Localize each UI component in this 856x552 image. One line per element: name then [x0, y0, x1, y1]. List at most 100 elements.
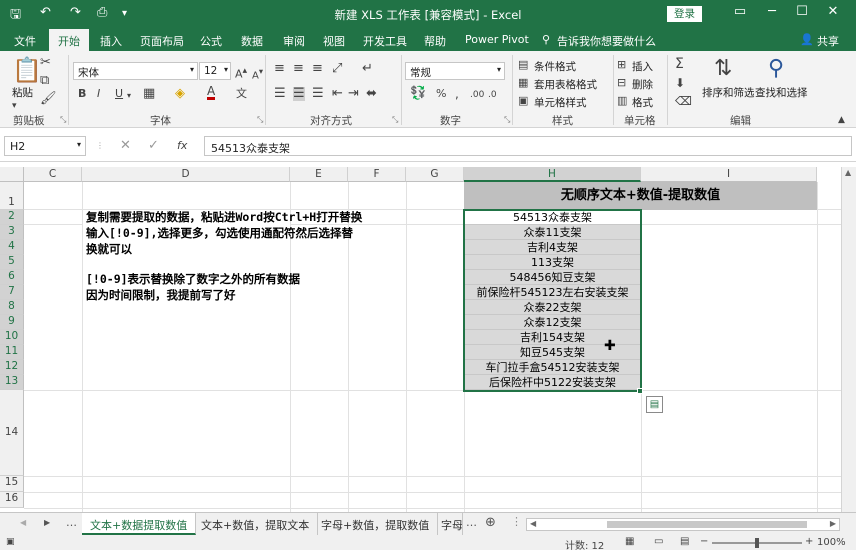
column-header[interactable]: G — [406, 167, 464, 182]
find-select-button[interactable]: 查找和选择 — [755, 85, 808, 100]
row-header[interactable]: 4 — [0, 240, 24, 255]
row-header[interactable]: 8 — [0, 300, 24, 315]
column-header[interactable]: H — [464, 167, 641, 182]
format-painter-icon[interactable]: 🖌 — [40, 92, 57, 106]
more-sheets-left-icon[interactable]: … — [66, 516, 77, 529]
copy-icon[interactable]: ⧉ — [40, 74, 49, 88]
number-launcher-icon[interactable]: ⤡ — [504, 115, 510, 125]
cut-icon[interactable]: ✂ — [40, 56, 51, 70]
paste-icon[interactable]: 📋 — [12, 57, 42, 83]
close-icon[interactable]: ✕ — [823, 4, 843, 19]
cancel-icon[interactable]: ✕ — [120, 139, 131, 153]
tab-insert[interactable]: 插入 — [100, 33, 122, 49]
align-bottom-icon[interactable]: ≡ — [312, 62, 323, 76]
row-header[interactable]: 9 — [0, 315, 24, 330]
column-header[interactable]: E — [290, 167, 348, 182]
increase-decimal-icon[interactable]: .00 — [470, 88, 484, 102]
collapse-ribbon-icon[interactable]: ▲ — [838, 113, 845, 127]
row-header[interactable]: 3 — [0, 225, 24, 240]
tab-power-pivot[interactable]: Power Pivot — [465, 33, 529, 46]
align-top-icon[interactable]: ≡ — [274, 62, 285, 76]
sort-filter-icon[interactable]: ⇅ — [714, 57, 732, 81]
alignment-launcher-icon[interactable]: ⤡ — [392, 115, 398, 125]
decrease-indent-icon[interactable]: ⇤ — [332, 87, 343, 101]
row-header[interactable]: 13 — [0, 375, 24, 390]
autosum-icon[interactable]: Σ — [675, 57, 684, 71]
name-box[interactable]: H2 ▾ — [4, 136, 86, 156]
sheet-tab[interactable]: 文本+数值，提取文本 — [193, 513, 319, 535]
more-sheets-right-icon[interactable]: … — [466, 516, 477, 529]
formula-input[interactable]: 54513众泰支架 — [204, 136, 852, 156]
cell-h[interactable]: 车门拉手盒54512安装支架 — [464, 360, 641, 375]
add-sheet-icon[interactable]: ⊕ — [485, 515, 496, 530]
worksheet-grid[interactable]: C D E F G H I ▲ 1 2 3 4 5 6 7 8 9 10 11 … — [0, 162, 856, 512]
insert-function-icon[interactable]: fx — [177, 139, 187, 153]
tell-me-input[interactable]: 告诉我你想要做什么 — [557, 33, 656, 49]
format-as-table-button[interactable]: 套用表格格式 — [534, 77, 597, 92]
normal-view-icon[interactable]: ▦ — [625, 536, 634, 547]
horizontal-scrollbar[interactable]: ◀ ▶ — [526, 518, 840, 531]
header-cell-h1[interactable]: 无顺序文本+数值-提取数值 — [464, 182, 817, 210]
align-left-icon[interactable]: ☰ — [274, 87, 286, 101]
comma-icon[interactable]: , — [455, 87, 459, 101]
bold-icon[interactable]: B — [78, 87, 86, 101]
cell-h[interactable]: 众泰12支架 — [464, 315, 641, 330]
fill-color-icon[interactable]: ◈ — [175, 87, 185, 101]
align-middle-icon[interactable]: ≡ — [293, 62, 304, 76]
tab-page-layout[interactable]: 页面布局 — [140, 33, 184, 49]
font-color-icon[interactable]: A — [207, 85, 216, 100]
select-all-corner[interactable] — [0, 167, 24, 182]
zoom-slider-thumb[interactable] — [755, 538, 759, 548]
cell-h[interactable]: 113支架 — [464, 255, 641, 270]
cell-styles-button[interactable]: 单元格样式 — [534, 95, 587, 110]
tab-developer[interactable]: 开发工具 — [363, 33, 407, 49]
cell-h[interactable]: 54513众泰支架 — [464, 210, 641, 225]
font-name-select[interactable]: 宋体 ▾ — [73, 62, 198, 80]
column-header[interactable]: D — [82, 167, 290, 182]
orientation-icon[interactable]: ⤢ — [332, 62, 342, 76]
cell-h[interactable]: 吉利4支架 — [464, 240, 641, 255]
zoom-out-icon[interactable]: − — [700, 536, 708, 547]
row-header[interactable]: 7 — [0, 285, 24, 300]
cell-h[interactable]: 众泰11支架 — [464, 225, 641, 240]
scroll-right-icon[interactable]: ▶ — [830, 519, 836, 528]
insert-button[interactable]: 插入 — [632, 59, 653, 74]
align-right-icon[interactable]: ☰ — [312, 87, 324, 101]
borders-icon[interactable]: ▦ — [143, 87, 155, 101]
cell-h[interactable]: 前保险杆545123左右安装支架 — [464, 285, 641, 300]
conditional-format-button[interactable]: 条件格式 — [534, 59, 576, 74]
row-header[interactable]: 14 — [0, 390, 24, 476]
accounting-icon[interactable]: 💱 — [410, 87, 426, 101]
font-launcher-icon[interactable]: ⤡ — [257, 115, 263, 125]
column-header[interactable]: F — [348, 167, 406, 182]
clipboard-launcher-icon[interactable]: ⤡ — [60, 115, 66, 125]
zoom-level[interactable]: 100% — [817, 537, 846, 548]
font-size-select[interactable]: 12 ▾ — [199, 62, 231, 80]
page-layout-view-icon[interactable]: ▭ — [654, 536, 663, 547]
phonetic-icon[interactable]: 文 — [236, 87, 247, 101]
number-format-select[interactable]: 常规 ▾ — [405, 62, 505, 80]
percent-icon[interactable]: % — [436, 87, 446, 101]
row-header[interactable]: 2 — [0, 210, 24, 225]
italic-icon[interactable]: I — [97, 87, 100, 101]
row-header[interactable]: 16 — [0, 492, 24, 508]
underline-icon[interactable]: U — [115, 87, 123, 101]
macro-record-icon[interactable]: ▣ — [6, 537, 15, 547]
row-header[interactable]: 11 — [0, 345, 24, 360]
cell-h[interactable]: 后保险杆中5122安装支架 — [464, 375, 641, 390]
tab-formulas[interactable]: 公式 — [200, 33, 222, 49]
column-header[interactable]: C — [24, 167, 82, 182]
row-header[interactable]: 5 — [0, 255, 24, 270]
sort-filter-button[interactable]: 排序和筛选 — [702, 85, 755, 100]
vertical-scrollbar[interactable]: ▲ — [841, 167, 856, 512]
share-button[interactable]: 共享 — [817, 33, 839, 49]
sheet-tab[interactable]: 字母+数值，提取数值 — [313, 513, 439, 535]
cell-h[interactable]: 众泰22支架 — [464, 300, 641, 315]
wrap-text-icon[interactable]: ↵ — [362, 62, 373, 76]
merge-center-icon[interactable]: ⬌ — [366, 87, 377, 101]
fill-icon[interactable]: ⬇ — [675, 76, 685, 90]
underline-dropdown-icon[interactable]: ▾ — [127, 89, 131, 103]
scroll-thumb[interactable] — [607, 521, 807, 528]
row-header[interactable]: 12 — [0, 360, 24, 375]
minimize-icon[interactable]: ─ — [762, 4, 782, 19]
